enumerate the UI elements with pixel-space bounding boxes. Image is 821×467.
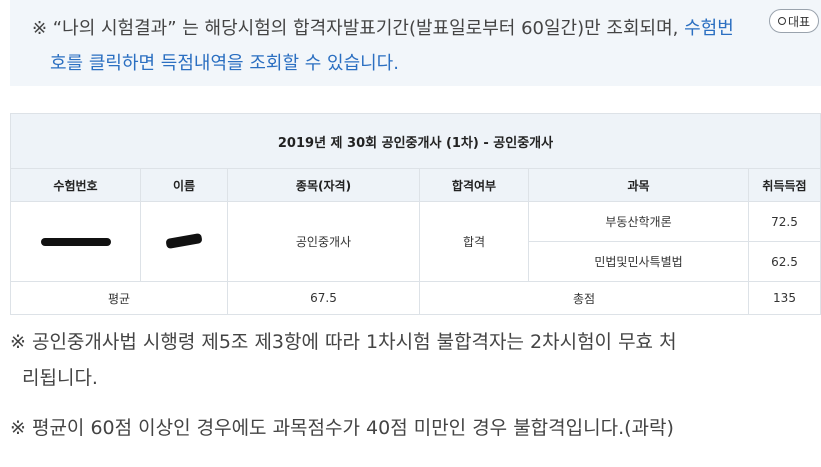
redacted-exam-number [40,237,111,246]
header-subject: 과목 [528,168,749,202]
total-value: 135 [748,281,821,315]
table-row: 공인중개사 합격 부동산학개론 72.5 [10,201,821,282]
total-label: 총점 [419,281,749,315]
subject-cell: 부동산학개론 [528,201,749,242]
name-cell [140,201,228,282]
exam-number-cell[interactable] [10,201,141,282]
notice-line-1: ※ “나의 시험결과” 는 해당시험의 합격자발표기간(발표일로부터 60일간)… [32,14,734,40]
result-cell: 합격 [419,201,529,282]
subject-cell: 민법및민사특별법 [528,241,749,282]
average-label: 평균 [10,281,228,315]
results-table: 2019년 제 30회 공인중개사 (1차) - 공인중개사 수험번호 이름 종… [10,113,821,315]
table-caption-row: 2019년 제 30회 공인중개사 (1차) - 공인중개사 [10,113,821,169]
exam-number-link[interactable]: 수험번 [684,18,734,39]
note-1-cont: 리됩니다. [22,367,98,389]
notice-text: ※ “나의 시험결과” 는 해당시험의 합격자발표기간(발표일로부터 60일간)… [32,18,679,39]
note-2: ※ 평균이 60점 이상인 경우에도 과목점수가 40점 미만인 경우 불합격입… [10,417,674,439]
redacted-name [165,232,203,249]
score-cell: 62.5 [748,241,821,282]
notice-line-2[interactable]: 호를 클릭하면 득점내역을 조회할 수 있습니다. [50,49,399,75]
header-exam-type: 종목(자격) [227,168,420,202]
magnifier-icon [777,17,786,25]
header-name: 이름 [140,168,228,202]
header-score: 취득득점 [748,168,821,202]
exam-type-cell: 공인중개사 [227,201,420,282]
enlarge-button-label: 대표 [787,14,811,29]
enlarge-button[interactable]: 대표 [769,9,819,33]
average-value: 67.5 [227,281,420,315]
table-caption: 2019년 제 30회 공인중개사 (1차) - 공인중개사 [10,113,821,169]
header-exam-number: 수험번호 [10,168,141,202]
header-result: 합격여부 [419,168,529,202]
notice-box: ※ “나의 시험결과” 는 해당시험의 합격자발표기간(발표일로부터 60일간)… [10,0,821,86]
summary-row: 평균 67.5 총점 135 [10,281,821,315]
score-cell: 72.5 [748,201,821,242]
note-1: ※ 공인중개사법 시행령 제5조 제3항에 따라 1차시험 불합격자는 2차시험… [10,331,677,353]
table-header-row: 수험번호 이름 종목(자격) 합격여부 과목 취득득점 [10,168,821,202]
